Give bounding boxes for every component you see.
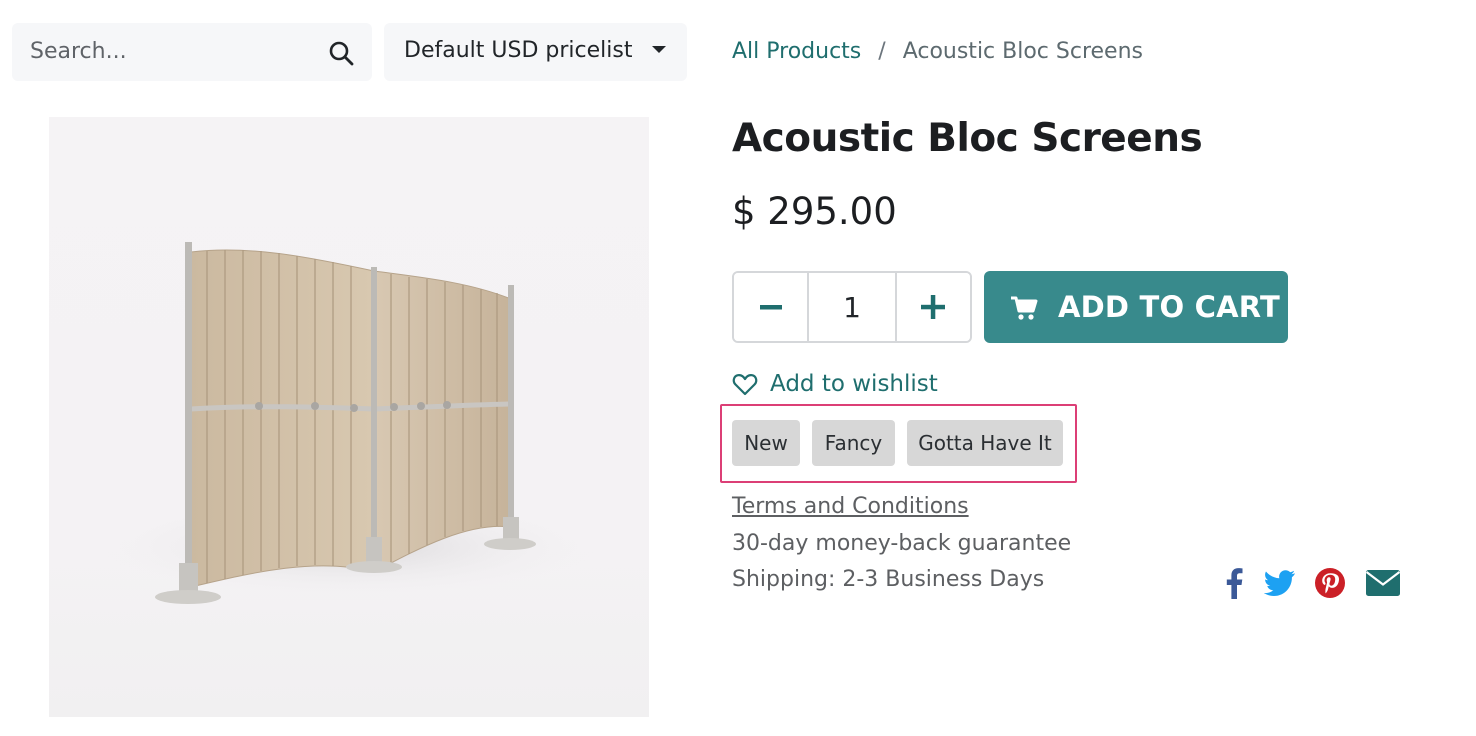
breadcrumb-separator: / xyxy=(878,39,886,64)
product-title: Acoustic Bloc Screens xyxy=(732,116,1203,161)
decrease-quantity-button[interactable] xyxy=(734,273,808,341)
tag-fancy[interactable]: Fancy xyxy=(812,420,895,466)
twitter-share-button[interactable] xyxy=(1263,566,1297,600)
add-to-wishlist-link[interactable]: Add to wishlist xyxy=(732,368,938,400)
increase-quantity-button[interactable] xyxy=(896,273,970,341)
facebook-share-button[interactable] xyxy=(1222,566,1246,600)
search-input[interactable]: Search... xyxy=(12,23,372,81)
guarantee-text: 30-day money-back guarantee xyxy=(732,531,1072,556)
acoustic-screen-illustration xyxy=(99,242,599,604)
shipping-text: Shipping: 2-3 Business Days xyxy=(732,567,1045,592)
heart-outline-icon xyxy=(732,374,758,396)
product-image[interactable] xyxy=(49,117,649,717)
quantity-input[interactable]: 1 xyxy=(807,273,897,341)
pricelist-dropdown[interactable]: Default USD pricelist xyxy=(384,23,687,81)
minus-icon xyxy=(759,305,782,310)
tag-gotta-have-it[interactable]: Gotta Have It xyxy=(907,420,1063,466)
shopping-cart-icon xyxy=(1011,296,1038,320)
search-placeholder: Search... xyxy=(30,39,127,64)
twitter-icon xyxy=(1264,570,1295,596)
product-price: $ 295.00 xyxy=(732,190,897,233)
facebook-icon xyxy=(1226,568,1243,599)
add-to-cart-label: ADD TO CART xyxy=(1058,290,1280,324)
email-share-button[interactable] xyxy=(1364,566,1402,600)
wishlist-label: Add to wishlist xyxy=(770,371,938,397)
terms-and-conditions-link[interactable]: Terms and Conditions xyxy=(732,494,969,519)
pinterest-share-button[interactable] xyxy=(1313,566,1347,600)
breadcrumb-current: Acoustic Bloc Screens xyxy=(902,39,1143,64)
add-to-cart-button[interactable]: ADD TO CART xyxy=(984,271,1288,343)
breadcrumb: All Products / Acoustic Bloc Screens xyxy=(732,36,1143,68)
plus-icon xyxy=(921,295,946,319)
breadcrumb-all-products[interactable]: All Products xyxy=(732,39,861,64)
quantity-stepper: 1 xyxy=(732,271,972,343)
email-icon xyxy=(1365,570,1401,596)
tag-new[interactable]: New xyxy=(732,420,800,466)
caret-down-icon xyxy=(652,46,666,53)
pinterest-icon xyxy=(1315,568,1345,598)
pricelist-label: Default USD pricelist xyxy=(404,38,633,63)
search-icon[interactable] xyxy=(328,40,354,66)
